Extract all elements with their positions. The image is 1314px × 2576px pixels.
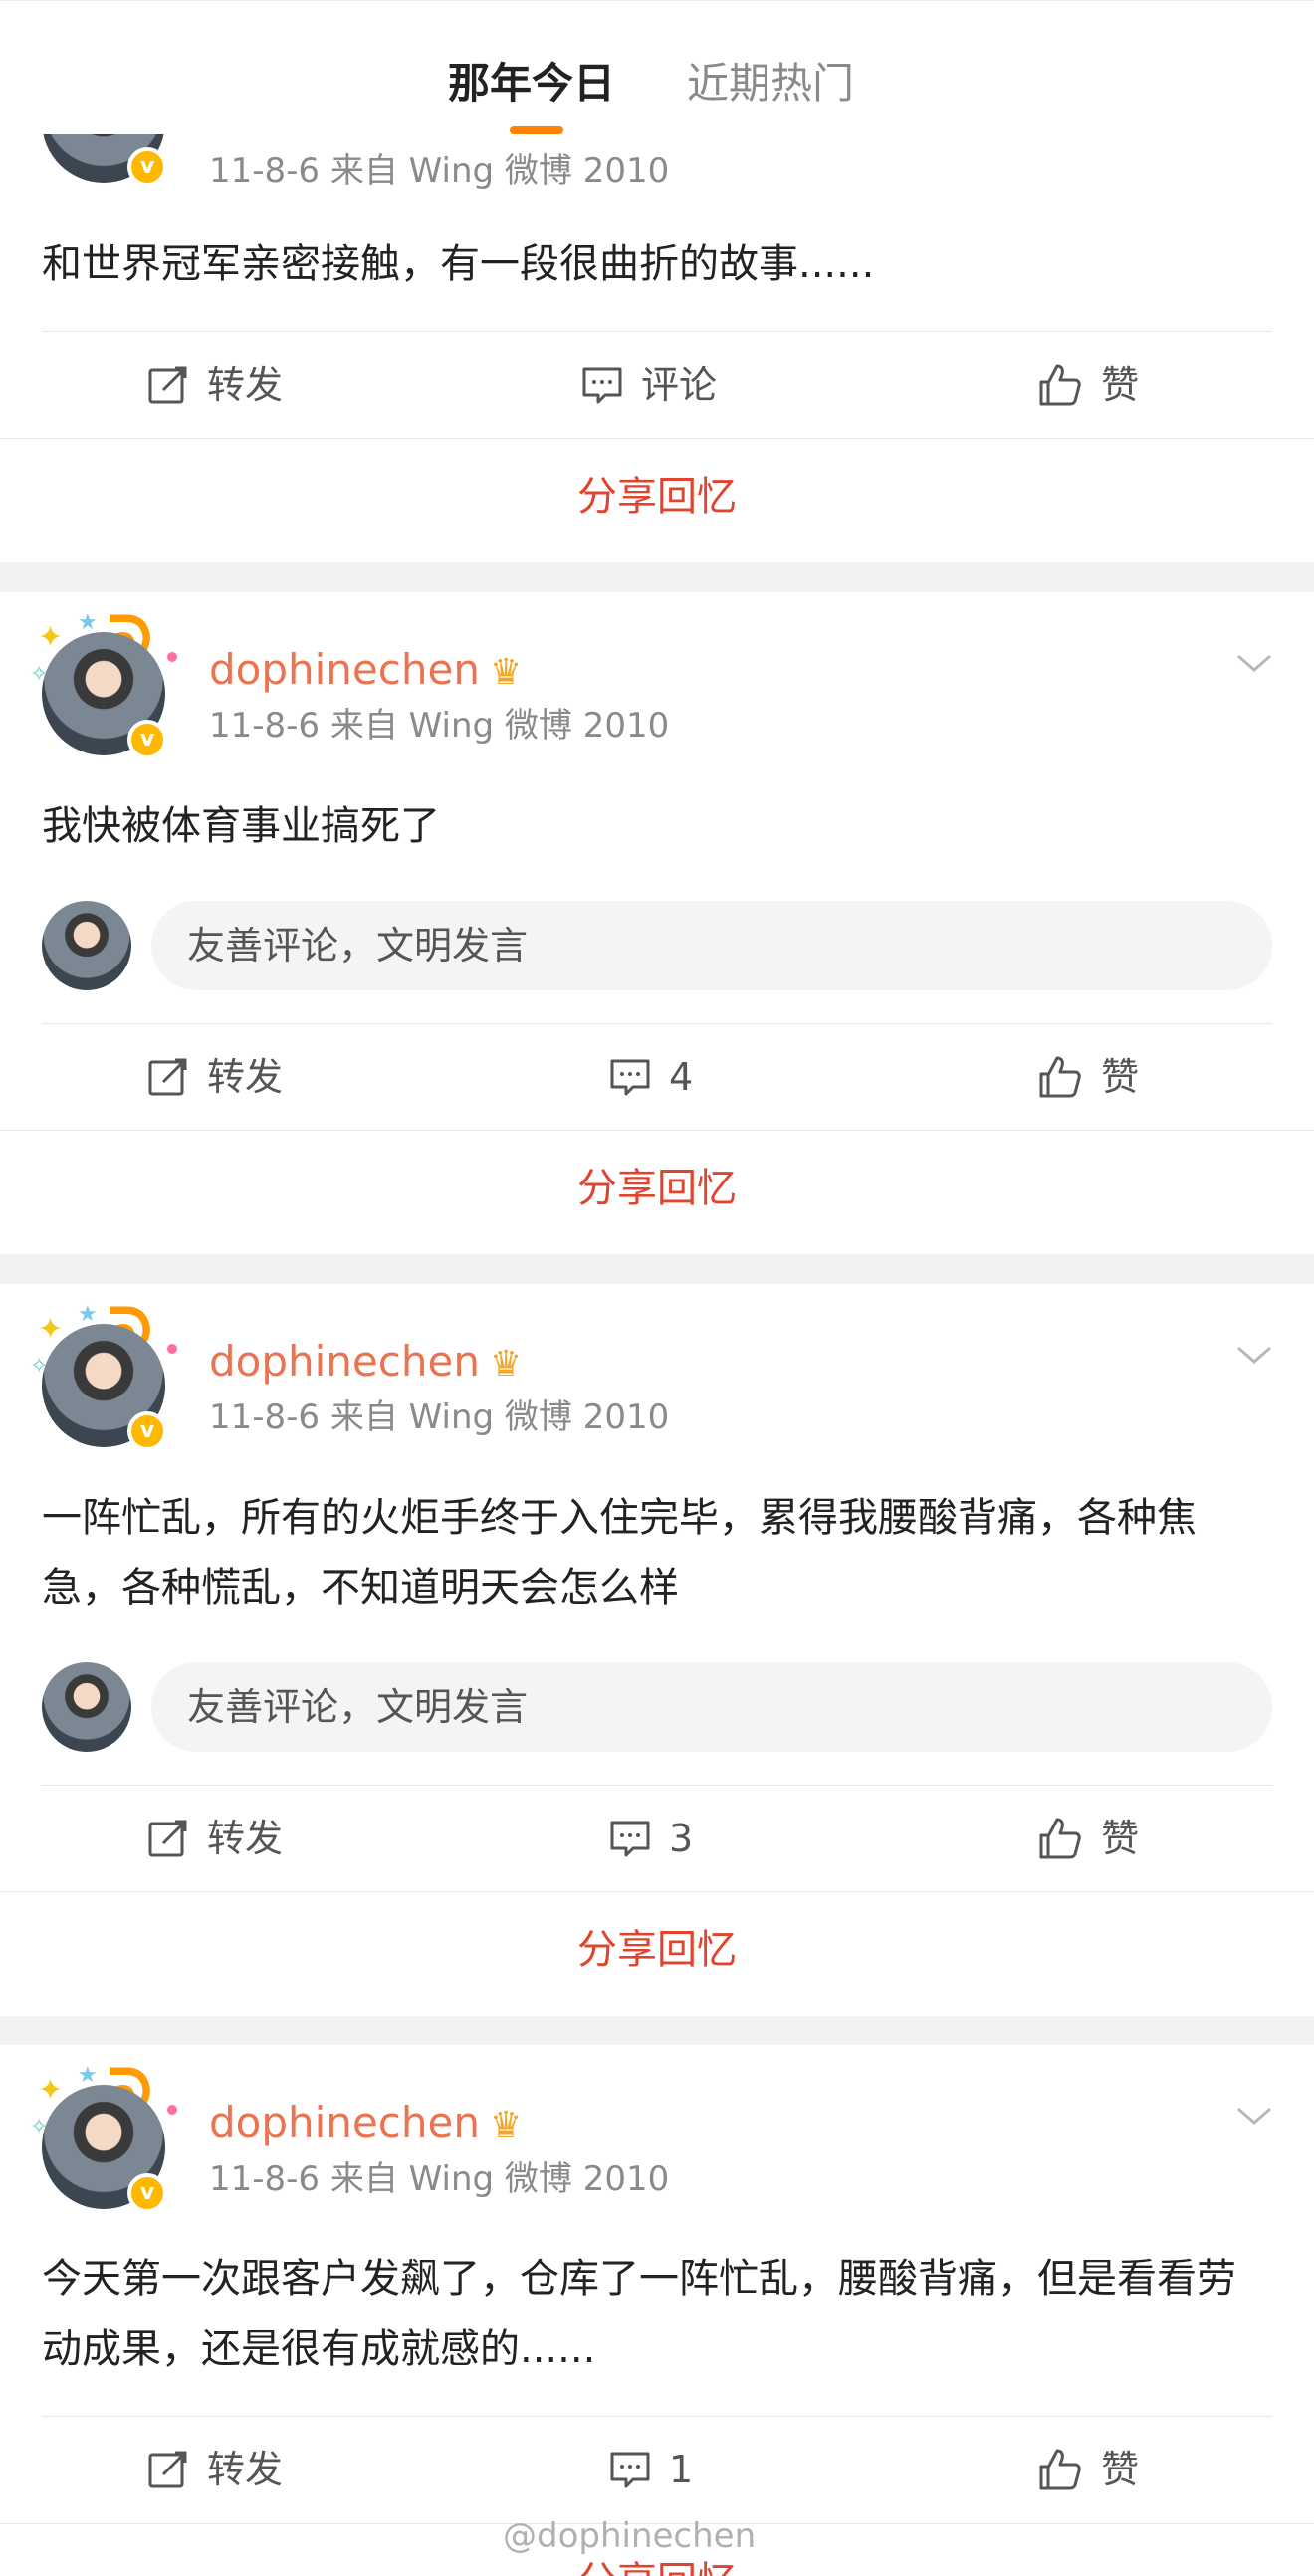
- post-actions: 转发 3 赞: [0, 1786, 1314, 1891]
- username[interactable]: dophinechen ♛: [209, 642, 522, 701]
- repost-button[interactable]: 转发: [147, 332, 283, 438]
- comment-button[interactable]: 4: [609, 1024, 693, 1130]
- post-text[interactable]: 我快被体育事业搞死了: [42, 791, 1276, 861]
- star-decoration-icon: ★: [78, 1302, 98, 1327]
- repost-button[interactable]: 转发: [147, 1786, 283, 1891]
- like-label: 赞: [1101, 1817, 1140, 1860]
- comment-count: 1: [669, 2448, 694, 2491]
- comment-button[interactable]: 评论: [581, 332, 717, 438]
- active-tab-indicator: [510, 126, 563, 134]
- post-card: ✦ ★ ᘐ ✧ v dophinechen♛ 11-8-6 来自 Wing 微博…: [0, 1284, 1314, 2016]
- dot-decoration-icon: [167, 652, 177, 662]
- like-button[interactable]: 赞: [1037, 332, 1139, 438]
- share-memory-button[interactable]: 分享回忆: [0, 438, 1314, 553]
- post-card: ✦ ★ ᘐ ✧ v dophinechen♛ 11-8-6 来自 Wing 微博…: [0, 592, 1314, 1254]
- like-label: 赞: [1101, 2448, 1140, 2491]
- post-actions: 转发 评论 赞: [0, 332, 1314, 438]
- post-meta: 11-8-6 来自 Wing 微博 2010: [209, 2159, 670, 2199]
- thumbs-up-icon: [1039, 2449, 1081, 2490]
- star-decoration-icon: ★: [78, 610, 98, 635]
- verified-badge-icon: v: [127, 2173, 167, 2213]
- top-tab-bar: 那年今日 近期热门: [0, 0, 1314, 134]
- username-text: dophinechen: [209, 645, 480, 694]
- dot-decoration-icon: [167, 2105, 177, 2115]
- crown-icon: ♛: [489, 652, 523, 693]
- username[interactable]: dophinechen ♛: [209, 2095, 522, 2154]
- post-text[interactable]: 和世界冠军亲密接触，有一段很曲折的故事......: [42, 229, 1276, 299]
- thumbs-up-icon: [1039, 1818, 1081, 1859]
- post-actions: 转发 1 赞: [0, 2417, 1314, 2522]
- card-gap: [0, 1254, 1314, 1284]
- chevron-down-icon[interactable]: [1234, 2095, 1274, 2135]
- thumbs-up-icon: [1039, 364, 1081, 406]
- comment-icon: [610, 2452, 650, 2488]
- avatar: [42, 1662, 131, 1752]
- comment-input[interactable]: 友善评论，文明发言: [151, 1662, 1272, 1752]
- share-memory-button[interactable]: 分享回忆: [0, 1891, 1314, 2007]
- card-gap: [0, 2016, 1314, 2045]
- repost-icon: [148, 1820, 187, 1857]
- repost-icon: [148, 1058, 187, 1096]
- crown-icon: ♛: [489, 1344, 523, 1385]
- repost-label: 转发: [207, 1055, 284, 1099]
- username-text: dophinechen: [209, 1337, 480, 1386]
- thumbs-up-icon: [1039, 1056, 1081, 1098]
- post-meta: 11-8-6 来自 Wing 微博 2010: [209, 151, 670, 191]
- verified-badge-icon: v: [127, 1411, 167, 1451]
- card-gap: [0, 562, 1314, 592]
- comment-row: 友善评论，文明发言: [42, 901, 1272, 990]
- like-label: 赞: [1101, 363, 1140, 407]
- comment-button[interactable]: 3: [609, 1786, 693, 1891]
- avatar: [42, 901, 131, 990]
- share-memory-button[interactable]: 分享回忆: [0, 1130, 1314, 1245]
- like-button[interactable]: 赞: [1037, 2417, 1139, 2522]
- comment-icon: [610, 1821, 650, 1857]
- post-meta: 11-8-6 来自 Wing 微博 2010: [209, 706, 670, 746]
- repost-button[interactable]: 转发: [147, 2417, 283, 2522]
- comment-icon: [610, 1059, 650, 1096]
- like-label: 赞: [1101, 1055, 1140, 1099]
- username[interactable]: dophinechen ♛: [209, 1334, 522, 1393]
- star-decoration-icon: ★: [78, 2063, 98, 2088]
- repost-label: 转发: [207, 2448, 284, 2491]
- crown-icon: ♛: [489, 2105, 523, 2146]
- verified-badge-icon: v: [127, 147, 167, 187]
- tab-on-this-day[interactable]: 那年今日: [448, 56, 615, 111]
- comment-icon: [582, 367, 622, 404]
- comment-input[interactable]: 友善评论，文明发言: [151, 901, 1272, 990]
- comment-count: 4: [669, 1055, 694, 1099]
- watermark: @dophinechen: [503, 2516, 757, 2556]
- post-text[interactable]: 今天第一次跟客户发飙了，仓库了一阵忙乱，腰酸背痛，但是看看劳动成果，还是很有成就…: [42, 2245, 1236, 2384]
- comment-button[interactable]: 1: [609, 2417, 693, 2522]
- comment-count: 3: [669, 1817, 694, 1860]
- repost-button[interactable]: 转发: [147, 1024, 283, 1130]
- repost-label: 转发: [207, 363, 284, 407]
- like-button[interactable]: 赞: [1037, 1786, 1139, 1891]
- post-text[interactable]: 一阵忙乱，所有的火炬手终于入住完毕，累得我腰酸背痛，各种焦急，各种慌乱，不知道明…: [42, 1483, 1216, 1622]
- repost-label: 转发: [207, 1817, 284, 1860]
- repost-icon: [148, 2451, 187, 2488]
- tab-recent-hot[interactable]: 近期热门: [687, 56, 854, 111]
- chevron-down-icon[interactable]: [1234, 1334, 1274, 1374]
- post-card: ✦ ★ ᘐ ✧ v dophinechen♛ 11-8-6 来自 Wing 微博…: [0, 2045, 1314, 2576]
- username-text: dophinechen: [209, 2098, 480, 2147]
- dot-decoration-icon: [167, 1344, 177, 1354]
- post-avatar[interactable]: ✦ ★ ᘐ ✧ v: [30, 604, 177, 759]
- like-button[interactable]: 赞: [1037, 1024, 1139, 1130]
- post-meta: 11-8-6 来自 Wing 微博 2010: [209, 1397, 670, 1437]
- post-actions: 转发 4 赞: [0, 1024, 1314, 1130]
- repost-icon: [148, 366, 187, 404]
- comment-label: 评论: [641, 363, 718, 407]
- post-avatar[interactable]: ✦ ★ ᘐ ✧ v: [30, 1296, 177, 1451]
- chevron-down-icon[interactable]: [1234, 642, 1274, 682]
- verified-badge-icon: v: [127, 720, 167, 759]
- comment-row: 友善评论，文明发言: [42, 1662, 1272, 1752]
- post-avatar[interactable]: ✦ ★ ᘐ ✧ v: [30, 2057, 177, 2213]
